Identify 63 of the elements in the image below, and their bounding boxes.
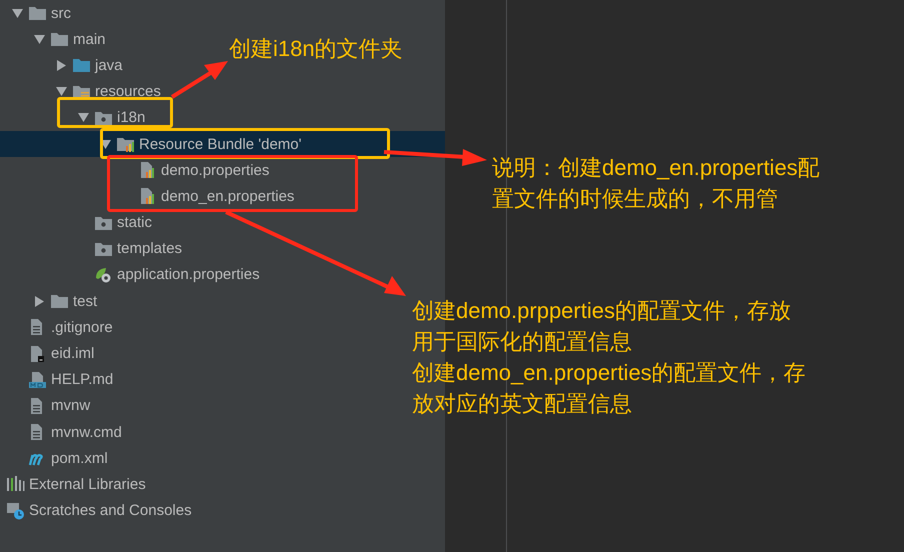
expand-arrow-icon[interactable] [56, 87, 66, 96]
expand-arrow-icon[interactable] [56, 60, 66, 71]
tree-item[interactable]: demo.properties [0, 157, 270, 184]
tree-item[interactable]: eid.iml [0, 340, 94, 367]
item-label: demo_en.properties [161, 188, 294, 205]
item-label: Scratches and Consoles [29, 502, 192, 520]
item-label: pom.xml [51, 450, 108, 467]
item-label: java [95, 56, 123, 74]
tree-item[interactable]: demo_en.properties [0, 183, 294, 210]
tree-item[interactable]: resources [0, 78, 161, 105]
tree-item[interactable]: pom.xml [0, 445, 108, 472]
clock-icon [6, 502, 25, 520]
tree-item[interactable]: java [0, 52, 123, 79]
item-label: demo.properties [161, 162, 270, 179]
item-label: resources [95, 83, 161, 100]
item-label: src [51, 4, 71, 22]
tree-item[interactable]: External Libraries [0, 471, 146, 498]
item-label: HELP.md [51, 371, 114, 388]
item-label: i18n [117, 109, 146, 126]
tree-item[interactable]: src [0, 0, 71, 26]
tree-item[interactable]: templates [0, 236, 182, 262]
callout-text: 创建demo.prpperties的配置文件，存放用于国际化的配置信息 [412, 297, 792, 356]
tree-item[interactable]: static [0, 210, 152, 236]
file-icon [28, 344, 47, 363]
callout-text: 创建i18n的文件夹 [229, 35, 403, 63]
item-label: static [117, 214, 152, 232]
item-label: mvnw [51, 397, 90, 414]
tree-item[interactable]: i18n [0, 104, 146, 131]
item-label: application.properties [117, 266, 260, 284]
tree-item[interactable]: mvnw.cmd [0, 419, 122, 446]
tree-item[interactable]: application.properties [0, 262, 260, 288]
markdown-file-icon [28, 370, 47, 389]
folder-icon [28, 4, 47, 22]
folder-icon [50, 30, 69, 48]
tree-item[interactable]: HELP.md [0, 366, 114, 393]
leaf-gear-icon [94, 266, 113, 284]
tree-item[interactable]: Resource Bundle 'demo' [0, 130, 302, 158]
folder-icon [72, 56, 91, 74]
item-label: main [73, 30, 106, 48]
expand-arrow-icon[interactable] [12, 8, 22, 18]
folder-icon [50, 292, 69, 310]
file-chart-icon [138, 161, 157, 180]
expand-arrow-icon[interactable] [78, 113, 88, 122]
item-label: templates [117, 240, 182, 258]
tree-item[interactable]: test [0, 288, 98, 314]
item-label: eid.iml [51, 345, 94, 362]
item-label: External Libraries [29, 476, 146, 493]
tree-item[interactable]: main [0, 26, 106, 52]
item-label: mvnw.cmd [51, 424, 122, 441]
tree-item[interactable]: mvnw [0, 392, 90, 419]
arrow [170, 61, 228, 99]
folder-chart-icon [116, 135, 135, 154]
callout-text: 创建demo_en.properties的配置文件，存放对应的英文配置信息 [412, 359, 807, 418]
file-chart-icon [138, 187, 157, 206]
expand-arrow-icon[interactable] [34, 296, 44, 307]
libraries-icon [6, 475, 25, 494]
expand-arrow-icon[interactable] [34, 34, 44, 44]
item-label: .gitignore [51, 318, 113, 336]
item-label: test [73, 292, 98, 310]
item-label: Resource Bundle 'demo' [139, 136, 302, 153]
callout-text: 说明：创建demo_en.properties配置文件的时候生成的，不用管 [492, 154, 821, 213]
tree-item[interactable]: .gitignore [0, 314, 113, 340]
tree-item[interactable]: Scratches and Consoles [0, 498, 192, 524]
